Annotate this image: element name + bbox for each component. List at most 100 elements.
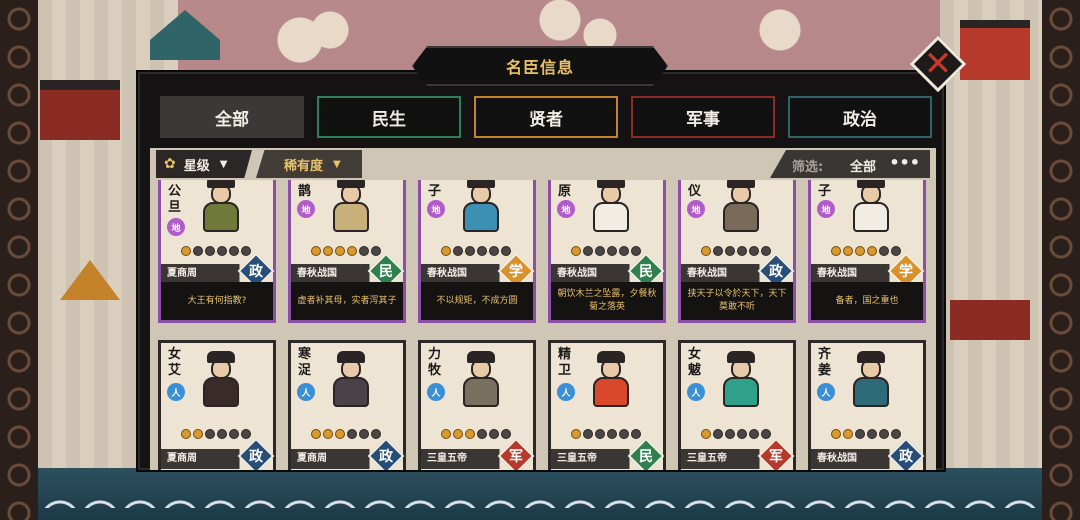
star-icon [489,246,499,256]
tab-politics[interactable]: 政治 [788,96,932,138]
star-icon [181,246,191,256]
star-icon [335,429,345,439]
star-icon [737,246,747,256]
star-icon [311,429,321,439]
minister-name: 女魃 [688,347,702,378]
minister-card[interactable]: 鹊地春秋战国民虚者补其母，实者泻其子 [288,180,406,323]
minister-portrait [193,349,249,409]
star-icon [217,429,227,439]
star-icon [489,429,499,439]
tab-sage-label: 贤者 [529,109,563,130]
minister-card[interactable]: 力牧人三皇五帝军 [418,340,536,470]
tab-livelihood-label: 民生 [372,109,406,130]
star-rating [831,246,901,256]
minister-quote: 不以规矩，不成方圆 [421,282,533,320]
category-badge-label: 民 [639,449,653,465]
tab-livelihood[interactable]: 民生 [317,96,461,138]
star-rating [311,246,381,256]
star-icon [477,246,487,256]
star-icon [571,429,581,439]
portrait-robe [723,202,759,232]
portrait-hat [207,180,235,188]
star-icon [441,246,451,256]
minister-card[interactable]: 齐姜人春秋战国政 [808,340,926,470]
star-sort-dropdown[interactable]: ✿ 星级 ▼ [156,150,252,178]
right-frame [1042,0,1080,520]
star-rating [831,429,901,439]
category-badge-label: 民 [639,264,653,280]
star-icon [193,429,203,439]
star-sort-label: 星级 [183,158,210,174]
minister-card[interactable]: 原地春秋战国民朝饮木兰之坠露，夕餐秋菊之落英 [548,180,666,323]
category-badge-label: 军 [769,449,783,465]
grade-badge: 地 [167,218,185,236]
star-icon [855,429,865,439]
filter-control[interactable]: 筛选: 全部 ••• [770,150,930,178]
tab-politics-label: 政治 [843,109,877,130]
filter-value: 全部 [850,160,877,175]
minister-card[interactable]: 女艾人夏商周政 [158,340,276,470]
minister-quote: 挟天子以令於天下，天下莫敢不听 [681,282,793,320]
category-badge-label: 民 [379,264,393,280]
star-icon [205,246,215,256]
star-icon [501,246,511,256]
minister-portrait [843,349,899,409]
tab-all[interactable]: 全部 [160,96,304,138]
portrait-hat [467,180,495,188]
red-house-right [950,300,1030,340]
grade-badge: 地 [817,200,835,218]
grade-badge: 人 [557,383,575,401]
portrait-hat [337,351,365,363]
rarity-sort-dropdown[interactable]: 稀有度 ▼ [256,150,362,178]
minister-card[interactable]: 子地春秋战国学备者，国之重也 [808,180,926,323]
star-icon [761,429,771,439]
window-title: 名臣信息 [412,46,668,86]
category-badge-label: 政 [379,449,393,465]
minister-card-grid: 公旦地夏商周政大王有何指教? 鹊地春秋战国民虚者补其母，实者泻其子子地春秋战国学不… [150,180,936,470]
minister-card[interactable]: 公旦地夏商周政大王有何指教? [158,180,276,323]
tab-military-label: 军事 [686,109,720,130]
minister-card[interactable]: 精卫人三皇五帝民 [548,340,666,470]
category-badge-label: 政 [249,264,263,280]
star-rating [571,246,641,256]
tab-sage[interactable]: 贤者 [474,96,618,138]
star-icon [725,246,735,256]
minister-name: 齐姜 [818,347,832,378]
star-icon [737,429,747,439]
portrait-robe [593,377,629,407]
tab-all-label: 全部 [215,109,249,130]
star-icon [867,429,877,439]
minister-quote: 备者，国之重也 [811,282,923,320]
more-options-icon[interactable]: ••• [889,153,920,172]
star-icon [181,429,191,439]
star-icon [891,246,901,256]
star-icon [831,246,841,256]
tab-military[interactable]: 军事 [631,96,775,138]
minister-card[interactable]: 子地春秋战国学不以规矩，不成方圆 [418,180,536,323]
grade-badge: 人 [817,383,835,401]
minister-name: 女艾 [168,347,182,378]
star-icon [891,429,901,439]
star-icon [241,246,251,256]
star-icon [453,246,463,256]
portrait-hat [467,351,495,363]
star-icon [749,429,759,439]
star-icon [855,246,865,256]
minister-name: 原 [558,184,572,199]
minister-card[interactable]: 寒浞人夏商周政 [288,340,406,470]
star-icon [843,246,853,256]
left-frame [0,0,38,520]
minister-portrait [843,180,899,234]
star-icon [631,429,641,439]
minister-portrait [453,349,509,409]
rarity-sort-label: 稀有度 [284,158,324,174]
close-button[interactable]: ✕ [908,34,968,94]
star-icon [607,246,617,256]
minister-card[interactable]: 仪地春秋战国政挟天子以令於天下，天下莫敢不听 [678,180,796,323]
minister-card[interactable]: 女魃人三皇五帝军 [678,340,796,470]
star-icon [371,246,381,256]
star-icon [465,429,475,439]
portrait-robe [593,202,629,232]
filter-label: 筛选: [792,160,824,175]
star-icon [831,429,841,439]
